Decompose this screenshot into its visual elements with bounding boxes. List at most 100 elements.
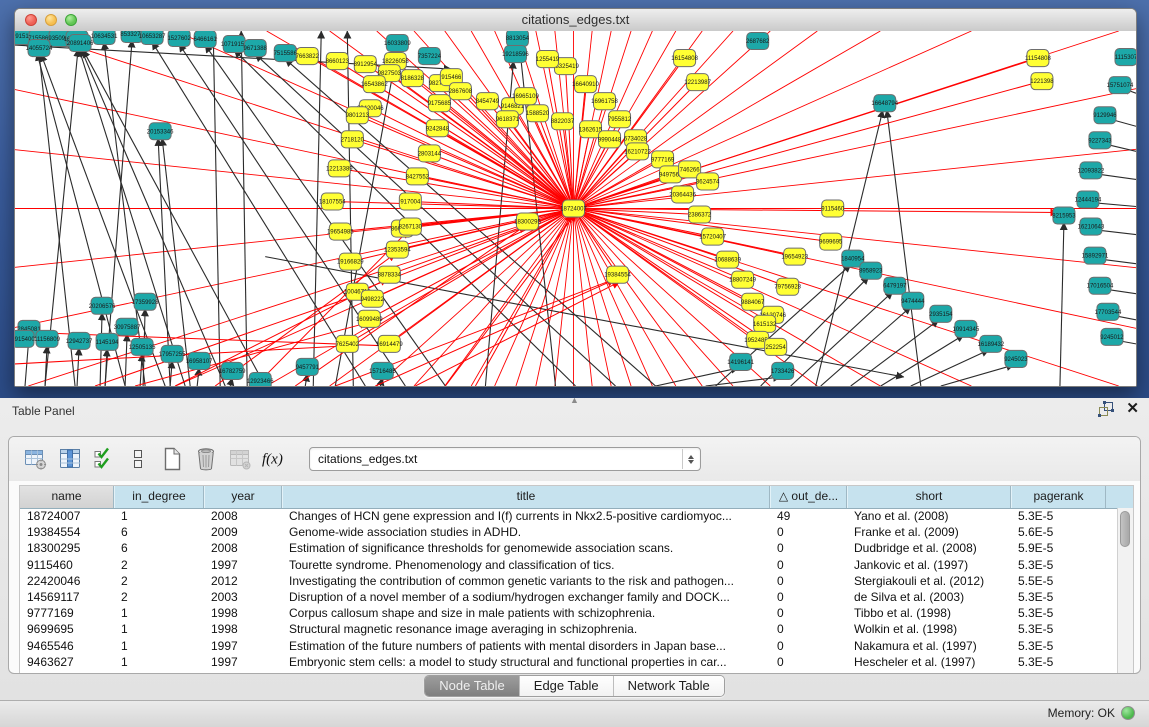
graph-node-teal[interactable]: 10914345 [953, 320, 980, 337]
graph-node-yellow[interactable]: 8912954 [354, 56, 378, 73]
graph-node-yellow[interactable]: 1221398 [1030, 73, 1054, 90]
graph-node-yellow[interactable]: 3624574 [696, 173, 720, 190]
column-header-indegree[interactable]: in_degree [114, 486, 204, 508]
graph-node-yellow[interactable]: 1588520 [526, 105, 550, 122]
table-row[interactable]: 977716911998Corpus callosum shape and si… [20, 605, 1118, 621]
new-document-icon[interactable] [159, 446, 185, 472]
graph-node-teal[interactable]: 16210643 [1078, 218, 1105, 235]
table-row[interactable]: 1830029562008Estimation of significance … [20, 540, 1118, 556]
graph-node-yellow[interactable]: 16961758 [591, 93, 618, 110]
graph-node-yellow[interactable]: 19384554 [604, 266, 631, 283]
graph-node-yellow[interactable]: 19654923 [781, 248, 808, 265]
graph-node-teal[interactable]: 3915400 [15, 330, 35, 347]
graph-node-teal[interactable]: 16189432 [978, 335, 1005, 352]
graph-node-teal[interactable]: 7357224 [418, 48, 442, 65]
graph-node-yellow[interactable]: 7625402 [336, 335, 360, 352]
column-header-name[interactable]: name [20, 486, 114, 508]
function-fx-icon[interactable]: f(x) [261, 446, 287, 472]
graph-node-teal[interactable]: 6479197 [883, 277, 907, 294]
graph-node-yellow[interactable]: 9618371 [496, 111, 520, 128]
graph-node-teal[interactable]: 12923466 [247, 372, 274, 386]
graph-node-yellow[interactable]: 8822037 [551, 113, 575, 130]
graph-node-yellow[interactable]: 8267130 [399, 218, 423, 235]
table-selector-combobox[interactable]: citations_edges.txt [309, 447, 701, 471]
graph-node-yellow[interactable]: 8878334 [378, 266, 402, 283]
table-row[interactable]: 1456911722003Disruption of a novel membe… [20, 589, 1118, 605]
graph-node-yellow[interactable]: 18807249 [729, 271, 756, 288]
scrollbar-thumb[interactable] [1120, 511, 1130, 547]
graph-node-teal[interactable]: 12505135 [129, 338, 156, 355]
graph-node-yellow[interactable]: 8660123 [326, 53, 350, 70]
graph-node-teal[interactable]: 2935154 [929, 305, 953, 322]
table-row[interactable]: 1872400712008Changes of HCN gene express… [20, 508, 1118, 524]
table-row[interactable]: 969969511998Structural magnetic resonanc… [20, 621, 1118, 637]
graph-node-yellow[interactable]: 8186328 [401, 70, 425, 87]
graph-node-teal[interactable]: 17359928 [132, 293, 159, 310]
graph-node-yellow[interactable]: 1615132 [753, 315, 777, 332]
graph-node-teal[interactable]: 9245012 [1100, 328, 1124, 345]
graph-node-yellow[interactable]: 1255419 [536, 51, 560, 68]
graph-node-teal[interactable]: 16782759 [219, 362, 246, 379]
tab-node-table[interactable]: Node Table [425, 676, 519, 696]
combobox-stepper-icon[interactable] [682, 449, 699, 469]
graph-node-teal[interactable]: 8958923 [859, 262, 883, 279]
table-row[interactable]: 2242004622012Investigating the contribut… [20, 573, 1118, 589]
graph-node-teal[interactable]: 10653287 [139, 31, 166, 45]
network-svg[interactable]: 2091517471558649350981162797241063453185… [15, 31, 1136, 386]
graph-node-yellow[interactable]: 9699695 [819, 233, 843, 250]
table-settings-icon[interactable] [23, 446, 49, 472]
graph-node-hub[interactable]: 18724007 [560, 200, 587, 217]
graph-node-teal[interactable]: 14055724 [26, 40, 53, 57]
graph-node-yellow[interactable]: 18300295 [514, 213, 541, 230]
graph-node-yellow[interactable]: 9498222 [361, 290, 385, 307]
graph-node-teal[interactable]: 8215953 [1052, 207, 1076, 224]
graph-node-yellow[interactable]: 16965109 [512, 88, 539, 105]
select-checks-icon[interactable] [91, 446, 117, 472]
graph-node-teal[interactable]: 20206576 [89, 297, 116, 314]
table-disabled-icon[interactable] [227, 446, 253, 472]
graph-node-teal[interactable]: 10634531 [91, 31, 118, 45]
graph-node-yellow[interactable]: 9115460 [821, 200, 845, 217]
graph-node-teal[interactable]: 20891406 [67, 35, 94, 52]
graph-node-yellow[interactable]: 9242848 [426, 120, 450, 137]
graph-node-yellow[interactable]: 8427552 [406, 168, 430, 185]
graph-node-teal[interactable]: 12444194 [1075, 191, 1102, 208]
graph-node-teal[interactable]: 6466161 [194, 31, 218, 48]
column-header-pagerank[interactable]: pagerank [1011, 486, 1106, 508]
graph-node-teal[interactable]: 16033809 [384, 35, 411, 52]
graph-node-yellow[interactable]: 8454749 [476, 93, 500, 110]
graph-node-yellow[interactable]: 16210722 [624, 143, 651, 160]
rows-stack-icon[interactable] [125, 446, 151, 472]
graph-node-teal[interactable]: 9129946 [1093, 107, 1117, 124]
network-window-titlebar[interactable]: citations_edges.txt [15, 9, 1136, 32]
graph-node-yellow[interactable]: 9990448 [598, 131, 622, 148]
graph-node-teal[interactable]: 1733426 [771, 362, 795, 379]
graph-node-yellow[interactable]: 7663822 [296, 48, 320, 65]
column-header-short[interactable]: short [847, 486, 1011, 508]
graph-node-teal[interactable]: 12093822 [1078, 162, 1105, 179]
graph-node-teal[interactable]: 20153346 [147, 123, 174, 140]
graph-node-yellow[interactable]: 20364436 [669, 186, 696, 203]
graph-node-teal[interactable]: 16648794 [871, 95, 898, 112]
graph-node-yellow[interactable]: 12353594 [384, 241, 411, 258]
graph-node-yellow[interactable]: 12213389 [326, 160, 353, 177]
graph-node-yellow[interactable]: 9777169 [651, 151, 675, 168]
graph-node-teal[interactable]: 1527602 [167, 31, 191, 47]
graph-node-teal[interactable]: 7515586 [274, 45, 298, 62]
graph-node-yellow[interactable]: 16640910 [572, 76, 599, 93]
graph-node-yellow[interactable]: 16914479 [376, 335, 403, 352]
graph-node-teal[interactable]: 8813054 [506, 31, 530, 47]
graph-node-teal[interactable]: 9457791 [296, 358, 320, 375]
graph-node-yellow[interactable]: 10688639 [714, 251, 741, 268]
graph-node-yellow[interactable]: 7955812 [608, 111, 632, 128]
graph-node-yellow[interactable]: 2718120 [341, 131, 365, 148]
tab-network-table[interactable]: Network Table [613, 676, 724, 696]
graph-node-teal[interactable]: 9245023 [1004, 350, 1028, 367]
graph-node-yellow[interactable]: 9884067 [741, 293, 765, 310]
graph-node-teal[interactable]: 9227343 [1088, 132, 1112, 149]
graph-node-teal[interactable]: 1145194 [96, 333, 120, 350]
graph-node-yellow[interactable]: 16099489 [356, 310, 383, 327]
graph-node-yellow[interactable]: 917004 [399, 193, 421, 210]
float-window-icon[interactable] [1098, 401, 1114, 417]
graph-node-teal[interactable]: 17016504 [1087, 277, 1114, 294]
